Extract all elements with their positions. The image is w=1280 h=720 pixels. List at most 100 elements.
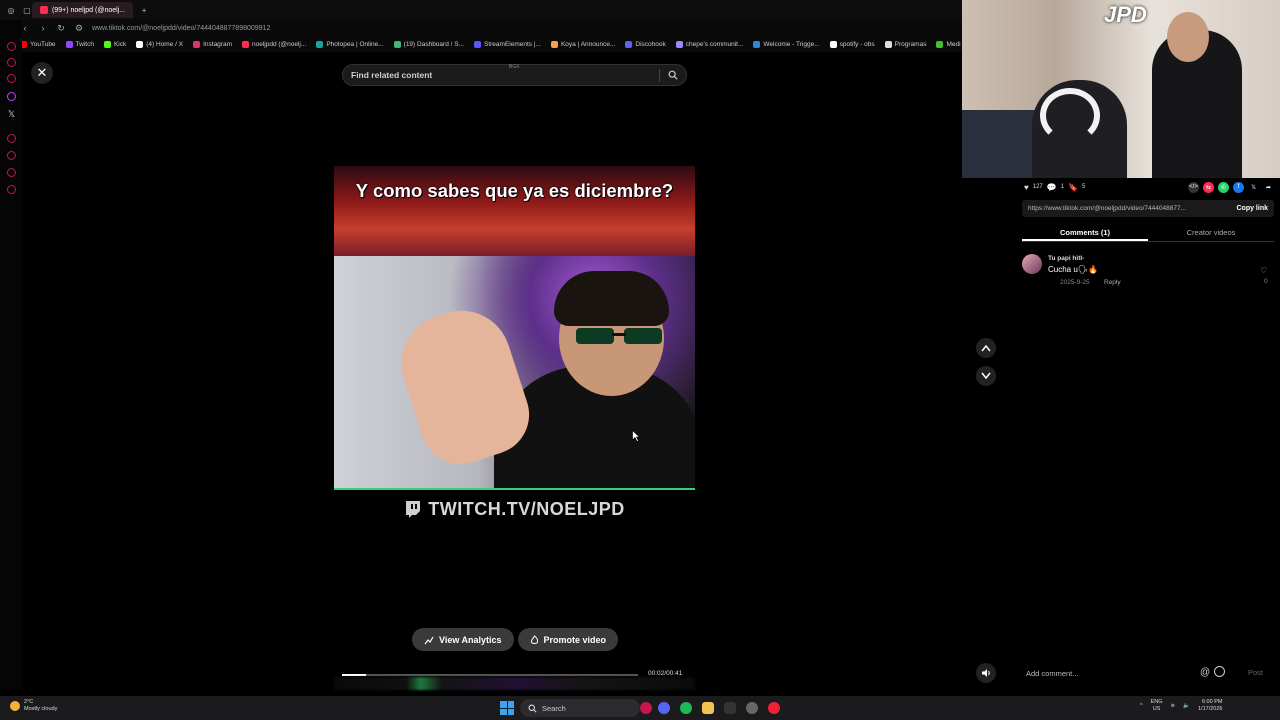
- discord-icon[interactable]: [658, 702, 670, 714]
- bookmark-label: spotify - obs: [839, 40, 875, 48]
- video-stats: ♥ 127 💬 1 🔖 5 </> ⇆ ✆ f 𝕏 ➦: [1024, 180, 1274, 194]
- language-indicator[interactable]: ENG US: [1151, 699, 1163, 713]
- url-field[interactable]: www.tiktok.com/@noeljpdd/video/744404887…: [92, 25, 270, 32]
- sidebar-x-icon[interactable]: 𝕏: [7, 110, 16, 119]
- file-explorer-icon[interactable]: [702, 702, 714, 714]
- bookmark-favicon-icon: [675, 40, 683, 48]
- post-button[interactable]: Post: [1248, 668, 1263, 677]
- video-caption: Y como sabes que ya es diciembre?: [355, 180, 674, 201]
- caption-band: Y como sabes que ya es diciembre?: [334, 166, 695, 256]
- comment-item: Tu papi hitl- Cucha u🗣🔥 2025-9-25 Reply …: [1022, 254, 1274, 294]
- video-actions: View Analytics Promote video: [412, 628, 619, 651]
- bookmark-favicon-icon: [242, 40, 249, 48]
- previous-video-button[interactable]: [976, 338, 996, 358]
- wifi-icon[interactable]: ≋: [1171, 703, 1176, 709]
- bookmark-item[interactable]: spotify - obs: [829, 40, 875, 48]
- reply-button[interactable]: Reply: [1104, 279, 1121, 286]
- bookmark-item[interactable]: Programas: [884, 40, 926, 48]
- bookmark-item[interactable]: Welcome - Trigge...: [753, 40, 820, 48]
- x-share-icon[interactable]: 𝕏: [1248, 181, 1259, 193]
- saves-count: 5: [1082, 184, 1086, 190]
- sidebar-app-icon[interactable]: [7, 74, 16, 83]
- bookmark-item[interactable]: noeljpdd (@noelj...: [242, 40, 306, 48]
- repost-icon[interactable]: ⇆: [1203, 181, 1214, 193]
- chevron-up-icon[interactable]: ^: [1140, 703, 1143, 709]
- reload-icon[interactable]: ↻: [56, 23, 66, 34]
- whatsapp-icon[interactable]: ✆: [1218, 181, 1229, 193]
- bookmark-label: Kick: [113, 40, 127, 48]
- bookmark-item[interactable]: (4) Home / X: [136, 40, 183, 48]
- view-analytics-button[interactable]: View Analytics: [412, 628, 514, 651]
- start-button[interactable]: [500, 701, 514, 715]
- copy-link-button[interactable]: Copy link: [1236, 205, 1268, 212]
- sidebar-settings-icon[interactable]: [7, 185, 16, 194]
- sidebar-history-icon[interactable]: [7, 151, 16, 160]
- comment-icon[interactable]: 💬: [1047, 183, 1057, 192]
- video-frame[interactable]: Y como sabes que ya es diciembre?: [334, 166, 695, 490]
- tab-overview-icon[interactable]: ▢: [22, 5, 32, 15]
- sidebar-app-icon[interactable]: [7, 58, 16, 67]
- facebook-icon[interactable]: f: [1233, 181, 1244, 193]
- view-analytics-label: View Analytics: [439, 634, 502, 645]
- heart-icon[interactable]: ♥: [1024, 183, 1029, 192]
- bookmark-item[interactable]: Kick: [103, 40, 127, 48]
- bookmark-item[interactable]: Photopea | Online...: [316, 40, 384, 48]
- new-tab-icon[interactable]: +: [139, 5, 149, 15]
- sidebar-app-icon[interactable]: [7, 42, 16, 51]
- bookmark-favicon-icon: [829, 40, 837, 48]
- volume-icon[interactable]: 🔈: [1183, 703, 1190, 709]
- sidebar-twitch-icon[interactable]: [7, 92, 16, 101]
- bookmark-item[interactable]: chepe's communit...: [675, 40, 743, 48]
- video-link[interactable]: https://www.tiktok.com/@noeljpdd/video/7…: [1028, 205, 1214, 212]
- bookmark-item[interactable]: (19) Dashboard / S...: [393, 40, 464, 48]
- bookmark-item[interactable]: Discohook: [625, 40, 666, 48]
- browser-tab-bar: ◎ ▢ (99+) noeljpd (@noelj... +: [0, 0, 962, 20]
- clock-date: 1/17/2026: [1197, 706, 1223, 712]
- browser-tab-tiktok[interactable]: (99+) noeljpd (@noelj...: [32, 2, 134, 18]
- settings-icon[interactable]: [746, 702, 758, 714]
- bookmark-item[interactable]: Medi: [936, 40, 961, 48]
- bookmark-item[interactable]: YouTube: [20, 40, 56, 48]
- sidebar-app-icon[interactable]: [7, 134, 16, 143]
- comment-like-icon[interactable]: ♡: [1260, 266, 1267, 275]
- bookmark-label: StreamElements |...: [484, 40, 541, 48]
- avatar[interactable]: [1022, 254, 1042, 274]
- opera-gx-icon[interactable]: [640, 702, 652, 714]
- clock[interactable]: 6:00 PM 1/17/2026: [1198, 699, 1222, 713]
- spotify-icon[interactable]: [680, 702, 692, 714]
- bookmark-item[interactable]: Twitch: [65, 40, 94, 48]
- analytics-icon: [424, 636, 434, 644]
- sidebar-app-icon[interactable]: [7, 168, 16, 177]
- overlay-label: BGX: [509, 64, 520, 70]
- mention-icon[interactable]: @: [1200, 667, 1210, 678]
- close-video-button[interactable]: ✕: [31, 62, 53, 84]
- search-icon[interactable]: [668, 70, 678, 80]
- taskbar-search[interactable]: Search: [520, 699, 640, 717]
- emoji-icon[interactable]: [1214, 666, 1225, 677]
- tab-creator-videos[interactable]: Creator videos: [1148, 224, 1274, 241]
- terminal-icon[interactable]: [724, 702, 736, 714]
- site-info-icon[interactable]: ⚙: [74, 23, 84, 34]
- close-icon: ✕: [36, 65, 48, 80]
- search-input[interactable]: Find related content: [351, 70, 432, 80]
- bookmark-icon[interactable]: 🔖: [1068, 183, 1078, 192]
- bookmark-item[interactable]: Koya | Announce...: [550, 40, 615, 48]
- next-video-button[interactable]: [976, 366, 996, 386]
- bookmark-label: YouTube: [30, 40, 56, 48]
- weather-widget[interactable]: 2°C Mostly cloudy: [10, 699, 57, 713]
- comment-username[interactable]: Tu papi hitl-: [1048, 255, 1084, 262]
- comments-count: 1: [1060, 184, 1065, 190]
- promote-video-button[interactable]: Promote video: [517, 628, 619, 651]
- browser-menu-icon[interactable]: ◎: [6, 5, 16, 15]
- bookmark-item[interactable]: Instagram: [193, 40, 232, 48]
- share-arrow-icon[interactable]: ➦: [1263, 181, 1274, 193]
- webcam-overlay: JPD: [962, 0, 1280, 178]
- forward-icon[interactable]: ›: [38, 23, 48, 33]
- video-seek-bar[interactable]: [342, 674, 638, 676]
- bookmark-item[interactable]: StreamElements |...: [474, 40, 541, 48]
- embed-icon[interactable]: </>: [1188, 181, 1199, 193]
- clock-time: 6:00 PM: [1201, 699, 1223, 705]
- volume-button[interactable]: [976, 663, 996, 683]
- app-icon[interactable]: [768, 702, 780, 714]
- tab-comments[interactable]: Comments (1): [1022, 224, 1148, 241]
